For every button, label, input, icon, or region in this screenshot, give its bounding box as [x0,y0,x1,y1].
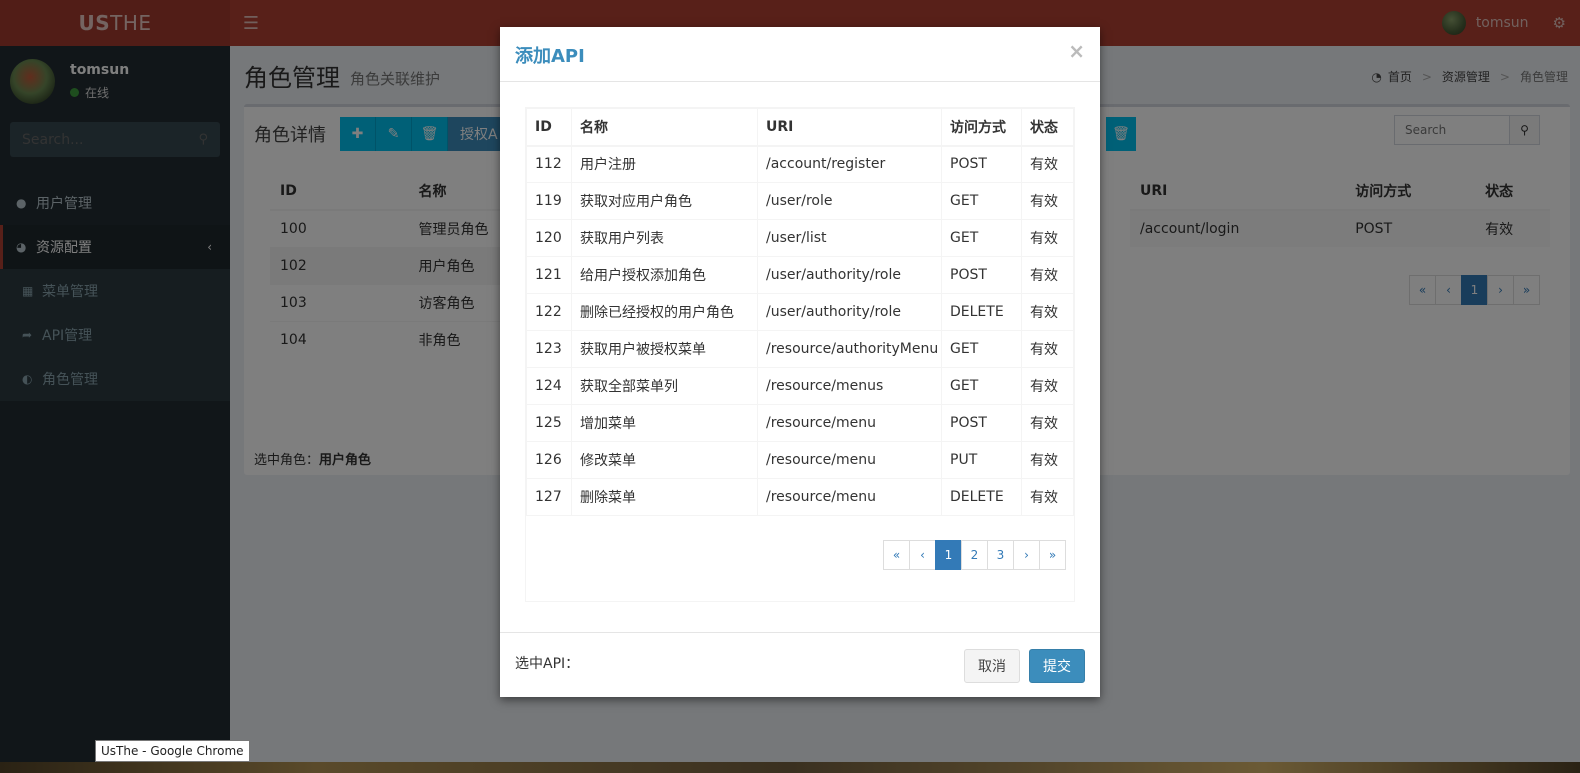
cell-id: 122 [526,293,572,331]
cell-method: GET [941,182,1022,220]
cell-uri: /account/register [757,145,942,183]
table-row[interactable]: 122 删除已经授权的用户角色/user/authority/role DELETE… [526,293,1074,331]
cell-uri: /user/role [757,182,942,220]
pager-page-1[interactable]: 1 [935,540,962,570]
cell-method: POST [941,404,1022,442]
pager-page-3[interactable]: 3 [987,540,1014,570]
cell-status: 有效 [1021,441,1074,479]
cell-id: 124 [526,367,572,405]
cell-method: GET [941,330,1022,368]
selected-api-label: 选中API： [515,656,580,672]
pager-prev[interactable]: ‹ [909,540,936,570]
cell-uri: /resource/menu [757,441,942,479]
submit-button[interactable]: 提交 [1029,649,1085,683]
cell-method: DELETE [941,293,1022,331]
cell-id: 119 [526,182,572,220]
cell-name: 修改菜单 [571,441,758,479]
cell-id: 112 [526,145,572,183]
cell-uri: /user/list [757,219,942,257]
cell-method: POST [941,256,1022,294]
cell-id: 120 [526,219,572,257]
cell-name: 删除已经授权的用户角色 [571,293,758,331]
cell-id: 125 [526,404,572,442]
cell-id: 127 [526,478,572,516]
cell-name: 获取用户被授权菜单 [571,330,758,368]
cell-uri: /user/authority/role [757,256,942,294]
column-header: 访问方式 [941,108,1022,147]
modal-header: 添加API × [500,27,1100,82]
cell-name: 增加菜单 [571,404,758,442]
cell-name: 获取对应用户角色 [571,182,758,220]
close-icon[interactable]: × [1068,39,1085,63]
cell-uri: /resource/menus [757,367,942,405]
add-api-modal: 添加API × ID 名称 URI 访问方式 状态 112 用户注册/accoun… [500,27,1100,697]
cell-name: 删除菜单 [571,478,758,516]
modal-pagination: « ‹ 1 2 3 › » [883,540,1066,570]
cell-id: 126 [526,441,572,479]
cell-method: GET [941,367,1022,405]
api-select-table: ID 名称 URI 访问方式 状态 112 用户注册/account/regist… [526,108,1074,516]
pager-page-2[interactable]: 2 [961,540,988,570]
cell-status: 有效 [1021,367,1074,405]
column-header: 名称 [571,108,758,147]
pager-next[interactable]: › [1013,540,1040,570]
cell-method: GET [941,219,1022,257]
cell-name: 用户注册 [571,145,758,183]
taskbar [0,762,1580,773]
cell-uri: /resource/menu [757,404,942,442]
pager-first[interactable]: « [883,540,910,570]
cell-uri: /user/authority/role [757,293,942,331]
table-row[interactable]: 127 删除菜单/resource/menu DELETE 有效 [526,478,1074,516]
cell-uri: /resource/authorityMenu [757,330,942,368]
table-row[interactable]: 112 用户注册/account/register POST 有效 [526,145,1074,183]
cell-status: 有效 [1021,145,1074,183]
cancel-button[interactable]: 取消 [964,649,1020,683]
cell-method: PUT [941,441,1022,479]
cell-status: 有效 [1021,182,1074,220]
cell-name: 获取全部菜单列 [571,367,758,405]
column-header: 状态 [1021,108,1074,147]
cell-uri: /resource/menu [757,478,942,516]
cell-status: 有效 [1021,293,1074,331]
table-row[interactable]: 120 获取用户列表/user/list GET 有效 [526,219,1074,257]
window-tooltip: UsThe - Google Chrome [95,740,250,762]
cell-id: 121 [526,256,572,294]
cell-status: 有效 [1021,404,1074,442]
cell-name: 给用户授权添加角色 [571,256,758,294]
table-row[interactable]: 125 增加菜单/resource/menu POST 有效 [526,404,1074,442]
table-row[interactable]: 119 获取对应用户角色/user/role GET 有效 [526,182,1074,220]
modal-body: ID 名称 URI 访问方式 状态 112 用户注册/account/regist… [525,107,1075,602]
cell-status: 有效 [1021,256,1074,294]
table-row[interactable]: 124 获取全部菜单列/resource/menus GET 有效 [526,367,1074,405]
cell-status: 有效 [1021,478,1074,516]
cell-method: DELETE [941,478,1022,516]
column-header: ID [526,108,572,147]
cell-name: 获取用户列表 [571,219,758,257]
modal-footer: 选中API： 取消 提交 [500,632,1100,697]
table-row[interactable]: 123 获取用户被授权菜单/resource/authorityMenu GET 有效 [526,330,1074,368]
cell-method: POST [941,145,1022,183]
pager-last[interactable]: » [1039,540,1066,570]
cell-status: 有效 [1021,219,1074,257]
cell-status: 有效 [1021,330,1074,368]
modal-title: 添加API [515,46,585,67]
column-header: URI [757,108,942,147]
table-row[interactable]: 121 给用户授权添加角色/user/authority/role POST 有效 [526,256,1074,294]
cell-id: 123 [526,330,572,368]
table-row[interactable]: 126 修改菜单/resource/menu PUT 有效 [526,441,1074,479]
